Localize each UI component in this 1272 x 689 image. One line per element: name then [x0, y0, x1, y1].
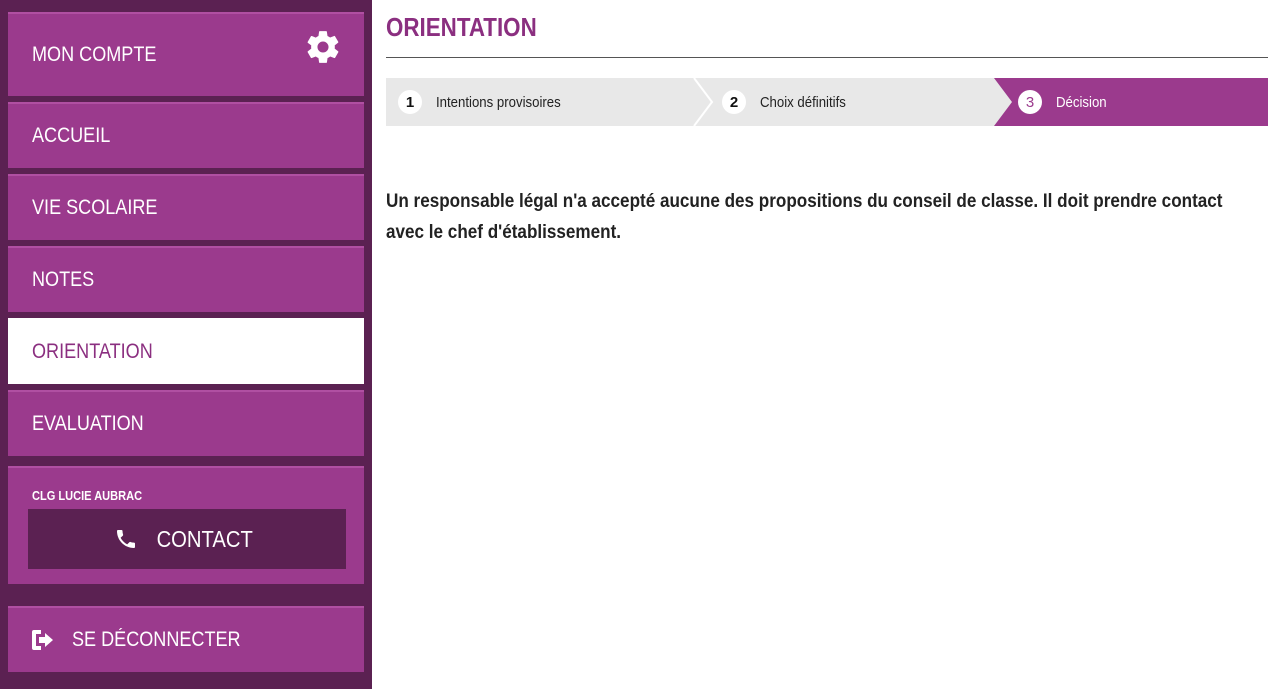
- sidebar: MON COMPTE ACCUEIL VIE SCOLAIRE NOTES OR…: [0, 0, 372, 689]
- step-decision[interactable]: 3 Décision: [1018, 78, 1114, 126]
- school-contact-panel: CLG LUCIE AUBRAC CONTACT: [8, 466, 364, 584]
- logout-icon: [32, 630, 53, 650]
- step-label: Décision: [1056, 93, 1107, 111]
- sidebar-item-orientation[interactable]: ORIENTATION: [8, 318, 364, 384]
- sidebar-item-vie-scolaire[interactable]: VIE SCOLAIRE: [8, 174, 364, 240]
- decision-message: Un responsable légal n'a accepté aucune …: [386, 191, 1223, 243]
- step-separator: [693, 78, 714, 126]
- page-title: ORIENTATION: [386, 12, 537, 42]
- step-number: 1: [398, 90, 422, 114]
- sidebar-item-label: ORIENTATION: [32, 340, 153, 363]
- gear-icon[interactable]: [304, 28, 342, 66]
- orientation-stepper: 1 Intentions provisoires 2 Choix définit…: [386, 78, 1268, 126]
- step-number: 2: [722, 90, 746, 114]
- school-name: CLG LUCIE AUBRAC: [32, 488, 143, 503]
- contact-button-label: CONTACT: [156, 525, 254, 552]
- sidebar-item-notes[interactable]: NOTES: [8, 246, 364, 312]
- step-label: Choix définitifs: [760, 93, 846, 111]
- title-divider: [386, 57, 1268, 58]
- step-choix-definitifs[interactable]: 2 Choix définitifs: [722, 78, 858, 126]
- logout-button[interactable]: SE DÉCONNECTER: [8, 606, 364, 672]
- sidebar-item-label: EVALUATION: [32, 412, 144, 435]
- contact-button[interactable]: CONTACT: [28, 509, 346, 569]
- sidebar-item-label: VIE SCOLAIRE: [32, 196, 158, 219]
- sidebar-item-label: NOTES: [32, 268, 95, 291]
- sidebar-item-evaluation[interactable]: EVALUATION: [8, 390, 364, 456]
- phone-icon: [117, 530, 136, 548]
- sidebar-item-account[interactable]: MON COMPTE: [8, 12, 364, 96]
- step-separator-active: [994, 78, 1012, 126]
- sidebar-item-accueil[interactable]: ACCUEIL: [8, 102, 364, 168]
- step-intentions-provisoires[interactable]: 1 Intentions provisoires: [398, 78, 578, 126]
- step-number: 3: [1018, 90, 1042, 114]
- sidebar-item-label: ACCUEIL: [32, 124, 111, 147]
- step-label: Intentions provisoires: [436, 93, 561, 111]
- sidebar-item-label: MON COMPTE: [32, 43, 157, 66]
- logout-label: SE DÉCONNECTER: [72, 628, 241, 651]
